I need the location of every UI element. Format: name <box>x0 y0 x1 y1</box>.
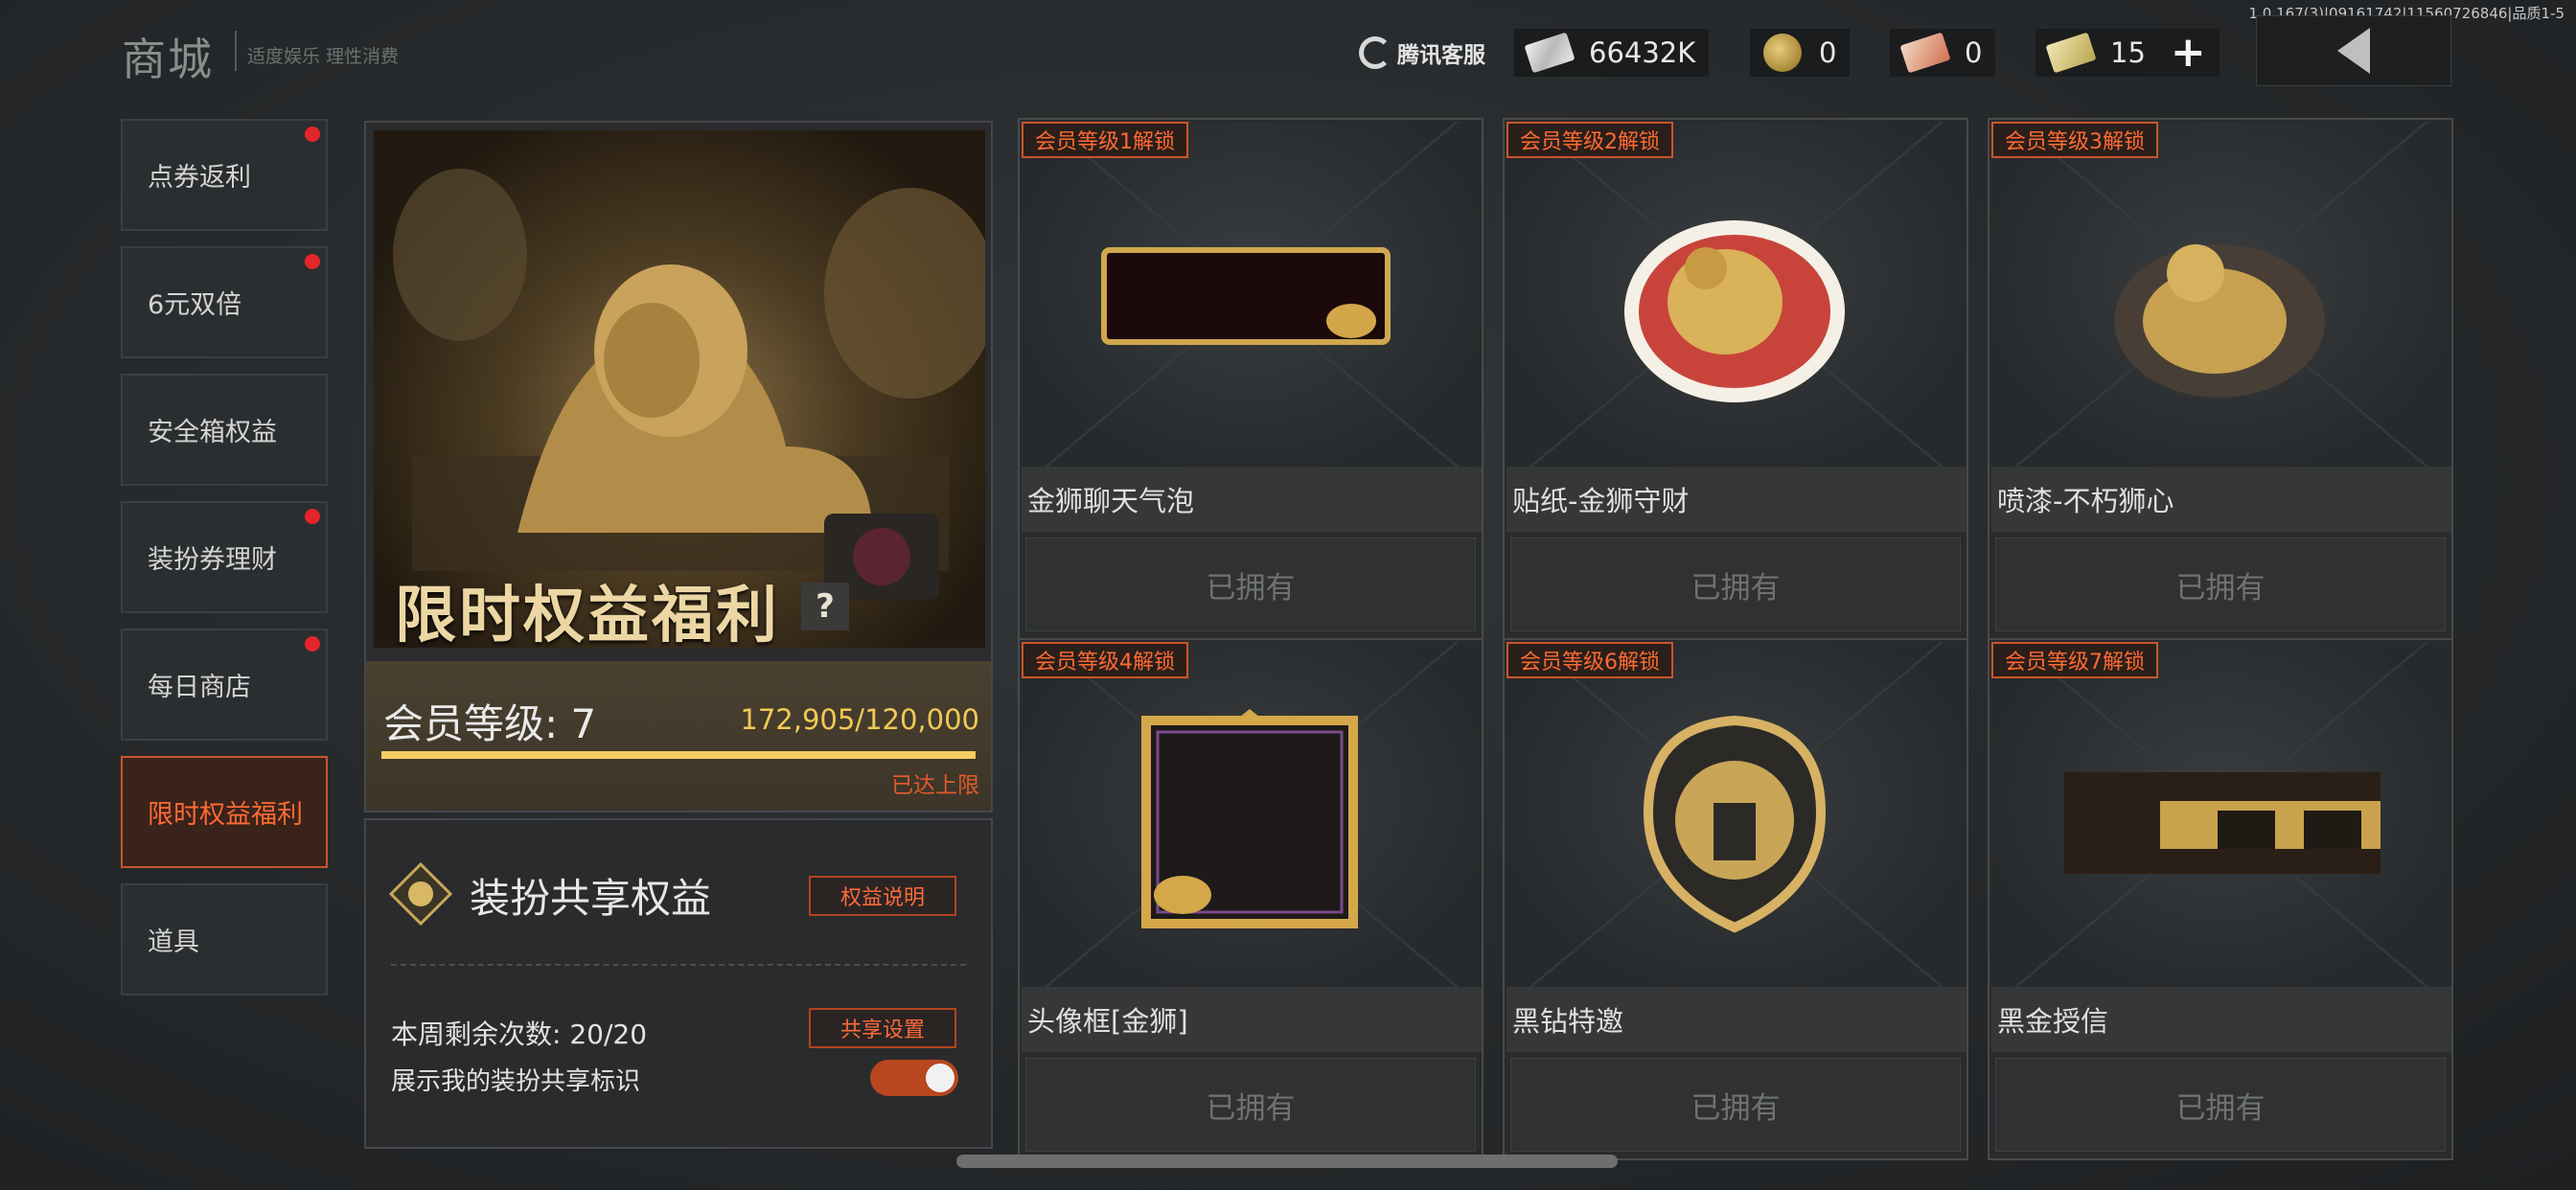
customer-service-icon <box>1359 36 1392 69</box>
customer-service-button[interactable]: 腾讯客服 <box>1359 36 1485 69</box>
reward-item-black-diamond[interactable]: 会员等级6解锁 黑钻特邀 已拥有 <box>1503 638 1968 1160</box>
hero-banner: 限时权益福利 ? <box>374 130 985 648</box>
unlock-badge: 会员等级1解锁 <box>1022 122 1188 158</box>
customer-service-label: 腾讯客服 <box>1397 43 1485 68</box>
sidebar-item-daily-shop[interactable]: 每日商店 <box>121 629 328 741</box>
gold-bars-banner-icon <box>2064 772 2380 874</box>
sidebar-item-finance[interactable]: 装扮券理财 <box>121 501 328 613</box>
page-title: 商城 <box>122 34 214 85</box>
gold-bar-icon <box>2045 32 2097 74</box>
notification-dot <box>305 509 320 524</box>
owned-status-button: 已拥有 <box>1025 1058 1476 1152</box>
unlock-badge: 会员等级7解锁 <box>1991 642 2158 678</box>
hero-title: 限时权益福利 <box>395 581 780 648</box>
reward-item-chat-bubble[interactable]: 会员等级1解锁 金狮聊天气泡 已拥有 <box>1018 118 1484 640</box>
toggle-knob <box>926 1064 954 1092</box>
spartan-helmet-icon <box>1643 715 1827 933</box>
reward-item-avatar-frame[interactable]: 会员等级4解锁 头像框[金狮] 已拥有 <box>1018 638 1484 1160</box>
horizontal-scrollbar[interactable] <box>956 1155 1618 1168</box>
sidebar-item-label: 道具 <box>148 927 199 957</box>
owned-status-button: 已拥有 <box>1510 538 1961 631</box>
owned-status-button: 已拥有 <box>1510 1058 1961 1152</box>
unlock-badge: 会员等级2解锁 <box>1506 122 1673 158</box>
reward-item-sticker[interactable]: 会员等级2解锁 贴纸-金狮守财 已拥有 <box>1503 118 1968 640</box>
unlock-badge: 会员等级3解锁 <box>1991 122 2158 158</box>
title-divider <box>235 31 237 71</box>
currency-ticket: 0 <box>1890 29 1996 77</box>
currency-value: 15 <box>2110 36 2146 69</box>
owned-status-button: 已拥有 <box>1025 538 1476 631</box>
weekly-remaining-text: 本周剩余次数: 20/20 <box>391 1018 648 1050</box>
currency-coin: 0 <box>1750 29 1851 77</box>
ticket-icon <box>1899 32 1951 74</box>
benefits-hero-card: 限时权益福利 ? 会员等级: 7 172,905/120,000 已达上限 <box>364 121 993 812</box>
item-name: 黑钻特邀 <box>1506 987 1966 1052</box>
share-title: 装扮共享权益 <box>470 875 712 922</box>
item-name: 金狮聊天气泡 <box>1022 467 1482 532</box>
share-divider <box>391 964 966 966</box>
lion-badge-icon <box>389 862 452 926</box>
member-level-label: 会员等级: 7 <box>383 700 597 747</box>
item-name: 黑金授信 <box>1991 987 2451 1052</box>
banknote-icon <box>1524 32 1576 74</box>
item-name: 头像框[金狮] <box>1022 987 1482 1052</box>
owned-status-button: 已拥有 <box>1995 538 2446 631</box>
lion-sticker-icon <box>1624 220 1845 402</box>
benefit-explain-button[interactable]: 权益说明 <box>809 876 956 916</box>
currency-value: 0 <box>1819 36 1837 69</box>
avatar-frame-icon <box>1141 709 1358 928</box>
notification-dot <box>305 254 320 269</box>
notification-dot <box>305 126 320 142</box>
back-button[interactable] <box>2256 15 2451 86</box>
sidebar-item-label: 每日商店 <box>148 673 251 702</box>
sidebar-item-label: 6元双倍 <box>148 290 242 320</box>
member-max-reached: 已达上限 <box>891 773 979 798</box>
currency-value: 66432K <box>1589 36 1696 69</box>
share-settings-button[interactable]: 共享设置 <box>809 1008 956 1048</box>
sidebar-item-rebate[interactable]: 点券返利 <box>121 119 328 231</box>
sidebar-item-props[interactable]: 道具 <box>121 883 328 995</box>
help-button[interactable]: ? <box>801 583 849 630</box>
page-subtitle: 适度娱乐 理性消费 <box>247 46 400 67</box>
member-progress-value: 172,905/120,000 <box>740 703 979 736</box>
currency-value: 0 <box>1965 36 1983 69</box>
notification-dot <box>305 636 320 652</box>
show-share-badge-label: 展示我的装扮共享标识 <box>391 1067 641 1096</box>
currency-gold-bar: 15 + <box>2036 29 2220 77</box>
share-benefits-card: 装扮共享权益 权益说明 本周剩余次数: 20/20 共享设置 展示我的装扮共享标… <box>364 818 993 1149</box>
back-arrow-icon <box>2337 28 2370 74</box>
coin-icon <box>1763 34 1802 72</box>
sidebar-item-safe-box[interactable]: 安全箱权益 <box>121 374 328 486</box>
chat-bubble-frame-icon <box>1101 247 1391 345</box>
sidebar-item-label: 安全箱权益 <box>148 418 277 447</box>
currency-banknote: 66432K <box>1514 29 1710 77</box>
owned-status-button: 已拥有 <box>1995 1058 2446 1152</box>
sidebar-item-label: 点券返利 <box>148 163 251 193</box>
unlock-badge: 会员等级4解锁 <box>1022 642 1188 678</box>
reward-item-black-gold[interactable]: 会员等级7解锁 黑金授信 已拥有 <box>1988 638 2453 1160</box>
reward-item-spray[interactable]: 会员等级3解锁 喷漆-不朽狮心 已拥有 <box>1988 118 2453 640</box>
add-currency-button[interactable]: + <box>2171 32 2206 74</box>
member-progress-bar <box>381 751 976 759</box>
lion-spray-icon <box>2114 244 2325 398</box>
member-level-panel: 会员等级: 7 172,905/120,000 已达上限 <box>366 661 991 811</box>
unlock-badge: 会员等级6解锁 <box>1506 642 1673 678</box>
sidebar-item-limited-benefits[interactable]: 限时权益福利 <box>121 756 328 868</box>
sidebar-item-label: 装扮券理财 <box>148 545 277 575</box>
sidebar-item-double[interactable]: 6元双倍 <box>121 246 328 358</box>
show-share-badge-toggle[interactable] <box>870 1060 958 1096</box>
item-name: 贴纸-金狮守财 <box>1506 467 1966 532</box>
item-name: 喷漆-不朽狮心 <box>1991 467 2451 532</box>
sidebar-item-label: 限时权益福利 <box>148 800 303 830</box>
